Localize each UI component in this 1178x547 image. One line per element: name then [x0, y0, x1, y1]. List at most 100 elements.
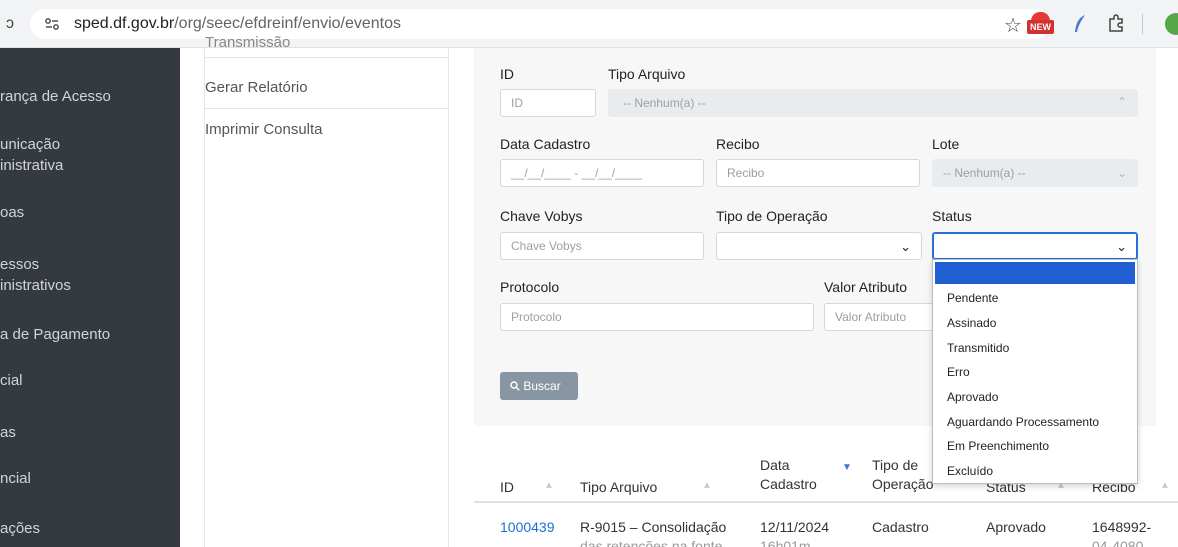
lote-label: Lote: [932, 136, 960, 152]
submenu-item-gerar-relatorio[interactable]: Gerar Relatório: [205, 67, 448, 109]
submenu-item-transmissao[interactable]: Transmissão: [205, 34, 448, 58]
valor-atributo-label: Valor Atributo: [824, 279, 908, 295]
protocolo-input[interactable]: Protocolo: [500, 303, 814, 331]
row-recibo-line: 04-4080: [1092, 538, 1144, 547]
sidebar-item-label: as: [0, 424, 16, 441]
status-option-aguardando-processamento[interactable]: Aguardando Processamento: [947, 415, 1099, 429]
id-label: ID: [500, 66, 514, 82]
feather-extension-icon[interactable]: [1073, 14, 1087, 34]
row-data-line: 12/11/2024: [760, 519, 830, 535]
submenu-item-label: Transmissão: [205, 34, 291, 51]
url-host: sped.df.gov.br: [74, 15, 175, 32]
tipo-arquivo-label: Tipo Arquivo: [608, 66, 686, 82]
row-id-link[interactable]: 1000439: [500, 518, 555, 537]
sort-icon[interactable]: ▲: [702, 480, 712, 491]
column-header-tipo-arquivo[interactable]: Tipo Arquivo ▲: [580, 440, 750, 502]
row-recibo: 1648992- 04-4080: [1092, 518, 1151, 547]
protocolo-label: Protocolo: [500, 279, 560, 295]
sidebar-item-label: essos: [0, 256, 40, 273]
table-header-border: [474, 501, 1178, 503]
sidebar-item-label: rança de Acesso: [0, 88, 111, 105]
status-option-em-preenchimento[interactable]: Em Preenchimento: [947, 439, 1049, 453]
chevron-down-icon: ⌄: [1116, 239, 1127, 254]
sidebar-item-acoes[interactable]: ações: [0, 518, 180, 539]
sidebar-item-cial[interactable]: cial: [0, 370, 180, 391]
row-tipo-arquivo: R-9015 – Consolidação das retenções na f…: [580, 518, 726, 547]
extension-new-badge-icon[interactable]: NEW: [1027, 12, 1054, 36]
status-select[interactable]: ⌄: [932, 232, 1138, 260]
status-option-transmitido[interactable]: Transmitido: [947, 341, 1009, 355]
sidebar-item-pessoas[interactable]: oas: [0, 202, 180, 223]
column-header-label: Data: [760, 457, 790, 473]
profile-avatar-icon[interactable]: [1165, 13, 1178, 35]
status-option-assinado[interactable]: Assinado: [947, 316, 996, 330]
status-option-erro[interactable]: Erro: [947, 365, 970, 379]
submenu-item-imprimir-consulta[interactable]: Imprimir Consulta: [205, 109, 448, 151]
row-data-line: 16h01m: [760, 538, 811, 547]
tipo-operacao-label: Tipo de Operação: [716, 208, 828, 224]
bookmark-star-icon[interactable]: ☆: [1004, 13, 1022, 38]
buscar-button[interactable]: Buscar: [500, 372, 578, 400]
main-sidebar: rança de Acesso unicação inistrativa oas…: [0, 48, 180, 547]
search-icon: [510, 381, 520, 391]
column-header-label: ID: [500, 479, 514, 495]
url-path: /org/seec/efdreinf/envio/eventos: [174, 15, 402, 32]
address-bar[interactable]: sped.df.gov.br/org/seec/efdreinf/envio/e…: [30, 9, 1050, 39]
sort-icon[interactable]: ▲: [544, 480, 554, 491]
sidebar-item-as[interactable]: as: [0, 422, 180, 443]
column-header-label: Cadastro: [760, 476, 817, 492]
sidebar-item-label: inistrativa: [0, 157, 64, 174]
row-tipo-arquivo-line: das retenções na fonte: [580, 538, 723, 547]
chevron-down-icon: ⌄: [1116, 166, 1127, 180]
sidebar-item-label: unicação: [0, 136, 61, 153]
data-cadastro-label: Data Cadastro: [500, 136, 591, 152]
column-header-id[interactable]: ID ▲: [500, 440, 570, 502]
chevron-up-icon: ⌃: [1116, 95, 1127, 109]
site-settings-icon[interactable]: [44, 16, 60, 32]
recibo-input[interactable]: Recibo: [716, 159, 920, 187]
reload-icon[interactable]: ɔ: [0, 12, 20, 36]
buscar-label: Buscar: [523, 379, 561, 393]
row-data-cadastro: 12/11/2024 16h01m: [760, 518, 829, 547]
sidebar-item-label: cial: [0, 372, 23, 389]
browser-toolbar: ɔ sped.df.gov.br/org/seec/efdreinf/envio…: [0, 0, 1178, 48]
status-option-empty[interactable]: [935, 262, 1135, 284]
column-header-label: Tipo de: [872, 457, 919, 473]
status-option-pendente[interactable]: Pendente: [947, 291, 998, 305]
data-cadastro-input[interactable]: __/__/____ - __/__/____: [500, 159, 704, 187]
valor-atributo-input[interactable]: Valor Atributo: [824, 303, 934, 331]
sidebar-item-ncial[interactable]: ncial: [0, 468, 180, 489]
row-tipo-arquivo-line: R-9015 – Consolidação: [580, 519, 727, 535]
tipo-operacao-select[interactable]: ⌄: [716, 232, 922, 260]
sidebar-item-label: inistrativos: [0, 277, 71, 294]
lote-select[interactable]: -- Nenhum(a) -- ⌄: [932, 159, 1138, 187]
url-text[interactable]: sped.df.gov.br/org/seec/efdreinf/envio/e…: [74, 15, 401, 33]
row-recibo-line: 1648992-: [1092, 519, 1152, 535]
sort-icon[interactable]: ▲: [1160, 480, 1170, 491]
column-header-label: Tipo Arquivo: [580, 479, 658, 495]
submenu-item-label: Gerar Relatório: [205, 79, 308, 96]
submenu-item-label: Imprimir Consulta: [205, 121, 323, 138]
sidebar-item-processos-administrativos[interactable]: essos inistrativos: [0, 254, 180, 296]
extensions-puzzle-icon[interactable]: [1107, 14, 1125, 34]
id-input[interactable]: ID: [500, 89, 596, 117]
status-label: Status: [932, 208, 972, 224]
row-status: Aprovado: [986, 519, 1046, 535]
status-option-excluido[interactable]: Excluído: [947, 464, 993, 478]
sidebar-item-label: oas: [0, 204, 25, 221]
tipo-arquivo-value: -- Nenhum(a) --: [623, 96, 706, 110]
column-header-label: Operação: [872, 476, 934, 492]
tipo-arquivo-select[interactable]: -- Nenhum(a) -- ⌃: [608, 89, 1138, 117]
sort-desc-icon[interactable]: ▼: [842, 462, 852, 473]
status-option-aprovado[interactable]: Aprovado: [947, 390, 998, 404]
sidebar-item-label: ações: [0, 520, 41, 537]
chave-vobys-input[interactable]: Chave Vobys: [500, 232, 704, 260]
sidebar-item-comunicacao-administrativa[interactable]: unicação inistrativa: [0, 134, 180, 176]
sidebar-item-seguranca-acesso[interactable]: rança de Acesso: [0, 86, 180, 107]
sidebar-item-folha-pagamento[interactable]: a de Pagamento: [0, 324, 180, 345]
status-dropdown-list: Pendente Assinado Transmitido Erro Aprov…: [932, 259, 1138, 484]
sidebar-item-label: a de Pagamento: [0, 326, 111, 343]
column-header-data-cadastro[interactable]: Data Cadastro ▼: [760, 440, 860, 502]
badge-label: NEW: [1027, 20, 1054, 34]
toolbar-separator: [1142, 14, 1143, 34]
